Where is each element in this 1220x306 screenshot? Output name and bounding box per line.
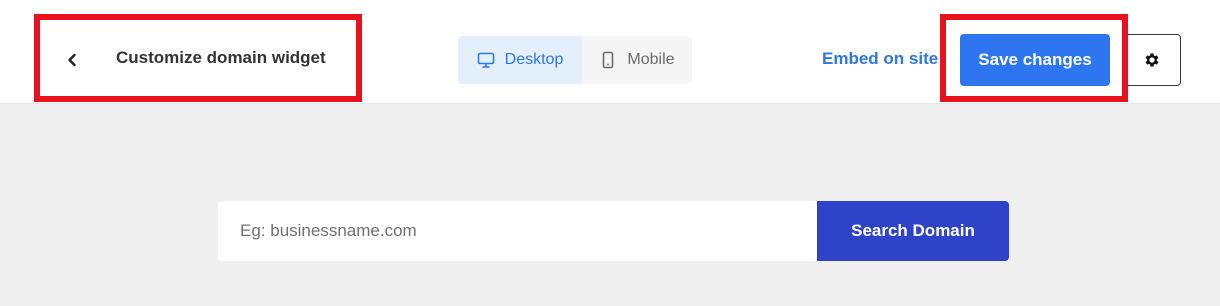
settings-button[interactable] (1122, 34, 1181, 86)
monitor-icon (477, 52, 494, 68)
view-toggle: Desktop Mobile (458, 36, 692, 84)
domain-search-input[interactable] (218, 201, 818, 261)
search-domain-button[interactable]: Search Domain (817, 201, 1009, 261)
highlight-box-save (940, 14, 1128, 102)
desktop-view-option[interactable]: Desktop (458, 36, 582, 84)
mobile-label: Mobile (627, 51, 675, 68)
desktop-label: Desktop (504, 51, 564, 68)
gear-icon (1145, 53, 1158, 67)
embed-on-site-link[interactable]: Embed on site (822, 49, 938, 69)
phone-icon (603, 51, 614, 69)
mobile-view-option[interactable]: Mobile (582, 36, 692, 84)
highlight-box-title (34, 14, 362, 102)
